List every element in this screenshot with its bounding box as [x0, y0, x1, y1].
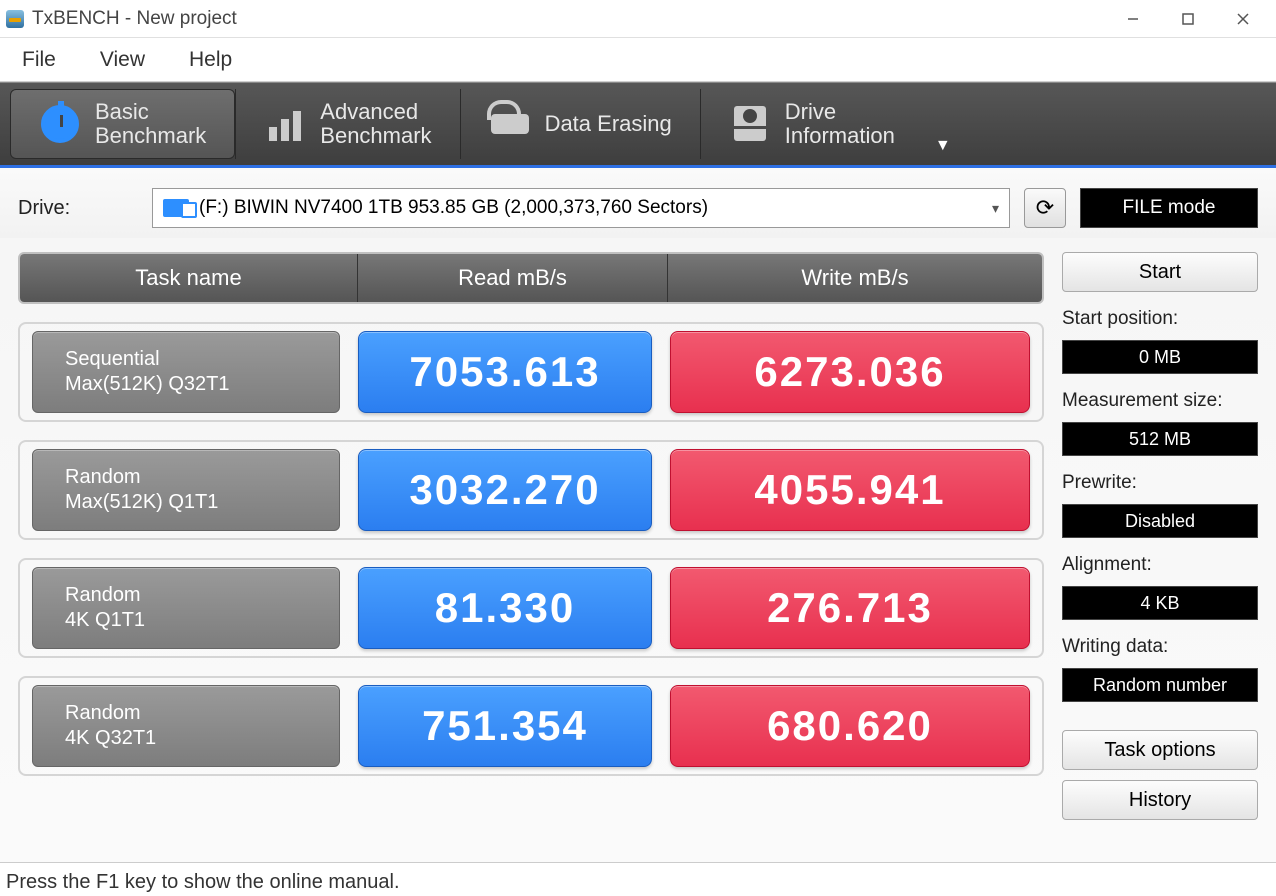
close-button[interactable] — [1215, 0, 1270, 38]
app-icon — [6, 10, 24, 28]
window-title: TxBENCH - New project — [32, 8, 237, 30]
bars-icon — [264, 103, 306, 145]
title-bar: TxBENCH - New project — [0, 0, 1276, 38]
history-button[interactable]: History — [1062, 780, 1258, 820]
tab-strip: BasicBenchmark AdvancedBenchmark Data Er… — [0, 82, 1276, 168]
main-area: Task name Read mB/s Write mB/s Sequentia… — [0, 238, 1276, 862]
menu-help[interactable]: Help — [167, 48, 254, 72]
header-write: Write mB/s — [668, 254, 1042, 302]
task-row: RandomMax(512K) Q1T1 3032.270 4055.941 — [18, 440, 1044, 540]
tab-label: Basic — [95, 100, 206, 124]
drive-select[interactable]: (F:) BIWIN NV7400 1TB 953.85 GB (2,000,3… — [152, 188, 1010, 228]
write-value: 6273.036 — [670, 331, 1030, 413]
alignment-label: Alignment: — [1062, 554, 1258, 576]
task-name[interactable]: Random4K Q32T1 — [32, 685, 340, 767]
task-name[interactable]: SequentialMax(512K) Q32T1 — [32, 331, 340, 413]
read-value: 751.354 — [358, 685, 652, 767]
prewrite-value[interactable]: Disabled — [1062, 504, 1258, 538]
drive-value: (F:) BIWIN NV7400 1TB 953.85 GB (2,000,3… — [199, 197, 708, 219]
header-read: Read mB/s — [358, 254, 668, 302]
start-position-label: Start position: — [1062, 308, 1258, 330]
tab-label: Data Erasing — [545, 112, 672, 136]
write-value: 680.620 — [670, 685, 1030, 767]
task-row: SequentialMax(512K) Q32T1 7053.613 6273.… — [18, 322, 1044, 422]
task-name[interactable]: RandomMax(512K) Q1T1 — [32, 449, 340, 531]
tab-basic-benchmark[interactable]: BasicBenchmark — [10, 89, 235, 159]
tab-overflow-arrow[interactable]: ▼ — [935, 137, 951, 155]
status-bar: Press the F1 key to show the online manu… — [0, 862, 1276, 896]
read-value: 7053.613 — [358, 331, 652, 413]
menu-bar: File View Help — [0, 38, 1276, 82]
menu-view[interactable]: View — [78, 48, 167, 72]
tab-data-erasing[interactable]: Data Erasing — [460, 89, 700, 159]
refresh-button[interactable]: ⟳ — [1024, 188, 1066, 228]
tab-label: Drive — [785, 100, 895, 124]
prewrite-label: Prewrite: — [1062, 472, 1258, 494]
results-header: Task name Read mB/s Write mB/s — [18, 252, 1044, 304]
tab-label: Information — [785, 124, 895, 148]
task-row: Random4K Q1T1 81.330 276.713 — [18, 558, 1044, 658]
writing-data-label: Writing data: — [1062, 636, 1258, 658]
window-controls — [1105, 0, 1270, 38]
tab-drive-information[interactable]: DriveInformation — [700, 89, 923, 159]
drive-row: Drive: (F:) BIWIN NV7400 1TB 953.85 GB (… — [0, 168, 1276, 238]
alignment-value[interactable]: 4 KB — [1062, 586, 1258, 620]
timer-icon — [39, 103, 81, 145]
writing-data-value[interactable]: Random number — [1062, 668, 1258, 702]
side-panel: Start Start position: 0 MB Measurement s… — [1062, 252, 1258, 862]
write-value: 276.713 — [670, 567, 1030, 649]
measurement-size-value[interactable]: 512 MB — [1062, 422, 1258, 456]
header-task: Task name — [20, 254, 358, 302]
tab-label: Benchmark — [320, 124, 431, 148]
file-mode-button[interactable]: FILE mode — [1080, 188, 1258, 228]
start-position-value[interactable]: 0 MB — [1062, 340, 1258, 374]
menu-file[interactable]: File — [0, 48, 78, 72]
erase-icon — [489, 103, 531, 145]
disk-icon — [163, 199, 189, 217]
minimize-button[interactable] — [1105, 0, 1160, 38]
tab-label: Advanced — [320, 100, 431, 124]
maximize-button[interactable] — [1160, 0, 1215, 38]
drive-label: Drive: — [18, 197, 138, 220]
read-value: 3032.270 — [358, 449, 652, 531]
results-column: Task name Read mB/s Write mB/s Sequentia… — [18, 252, 1044, 862]
measurement-size-label: Measurement size: — [1062, 390, 1258, 412]
write-value: 4055.941 — [670, 449, 1030, 531]
tab-advanced-benchmark[interactable]: AdvancedBenchmark — [235, 89, 459, 159]
task-name[interactable]: Random4K Q1T1 — [32, 567, 340, 649]
task-row: Random4K Q32T1 751.354 680.620 — [18, 676, 1044, 776]
refresh-icon: ⟳ — [1036, 195, 1054, 221]
chevron-down-icon: ▾ — [992, 200, 999, 217]
start-button[interactable]: Start — [1062, 252, 1258, 292]
read-value: 81.330 — [358, 567, 652, 649]
tab-label: Benchmark — [95, 124, 206, 148]
drive-icon — [729, 103, 771, 145]
task-options-button[interactable]: Task options — [1062, 730, 1258, 770]
